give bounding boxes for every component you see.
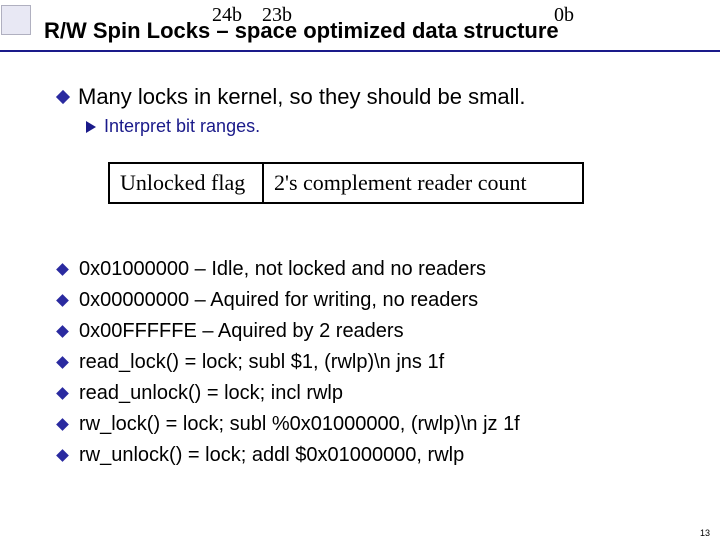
diamond-icon bbox=[56, 294, 69, 307]
bitbox-left: Unlocked flag bbox=[110, 164, 264, 202]
list-item-text: 0x00FFFFFE – Aquired by 2 readers bbox=[79, 316, 404, 347]
bitbox-right: 2's complement reader count bbox=[264, 164, 582, 202]
list-item-text: rw_unlock() = lock; addl $0x01000000, rw… bbox=[79, 440, 464, 471]
sub-bullet-row: Interpret bit ranges. bbox=[86, 116, 680, 137]
main-bullet-row: Many locks in kernel, so they should be … bbox=[58, 84, 680, 110]
diamond-icon bbox=[56, 418, 69, 431]
title-underline bbox=[0, 50, 720, 52]
diamond-icon bbox=[56, 356, 69, 369]
list-item-text: read_unlock() = lock; incl rwlp bbox=[79, 378, 343, 409]
bit-label-24: 24b bbox=[212, 4, 242, 27]
page-number: 13 bbox=[700, 528, 710, 538]
list-item: 0x00FFFFFE – Aquired by 2 readers bbox=[58, 316, 520, 347]
bit-label-0: 0b bbox=[554, 4, 574, 27]
diamond-icon bbox=[56, 387, 69, 400]
main-bullet-text: Many locks in kernel, so they should be … bbox=[78, 84, 526, 110]
list-item: 0x00000000 – Aquired for writing, no rea… bbox=[58, 285, 520, 316]
diamond-icon bbox=[56, 449, 69, 462]
list-item-text: 0x01000000 – Idle, not locked and no rea… bbox=[79, 254, 486, 285]
list-item-text: read_lock() = lock; subl $1, (rwlp)\n jn… bbox=[79, 347, 444, 378]
list-item-text: 0x00000000 – Aquired for writing, no rea… bbox=[79, 285, 478, 316]
diamond-icon bbox=[56, 263, 69, 276]
list-item: read_lock() = lock; subl $1, (rwlp)\n jn… bbox=[58, 347, 520, 378]
list-item: rw_lock() = lock; subl %0x01000000, (rwl… bbox=[58, 409, 520, 440]
list-item: rw_unlock() = lock; addl $0x01000000, rw… bbox=[58, 440, 520, 471]
list-item: 0x01000000 – Idle, not locked and no rea… bbox=[58, 254, 520, 285]
value-list: 0x01000000 – Idle, not locked and no rea… bbox=[58, 254, 520, 471]
bit-label-23: 23b bbox=[262, 4, 292, 27]
triangle-icon bbox=[86, 121, 96, 133]
bit-layout-box: Unlocked flag 2's complement reader coun… bbox=[108, 162, 584, 204]
diamond-icon bbox=[56, 325, 69, 338]
list-item: read_unlock() = lock; incl rwlp bbox=[58, 378, 520, 409]
bit-labels: 24b 23b 0b bbox=[0, 4, 720, 30]
diamond-icon bbox=[56, 90, 70, 104]
list-item-text: rw_lock() = lock; subl %0x01000000, (rwl… bbox=[79, 409, 520, 440]
sub-bullet-text: Interpret bit ranges. bbox=[104, 116, 260, 137]
